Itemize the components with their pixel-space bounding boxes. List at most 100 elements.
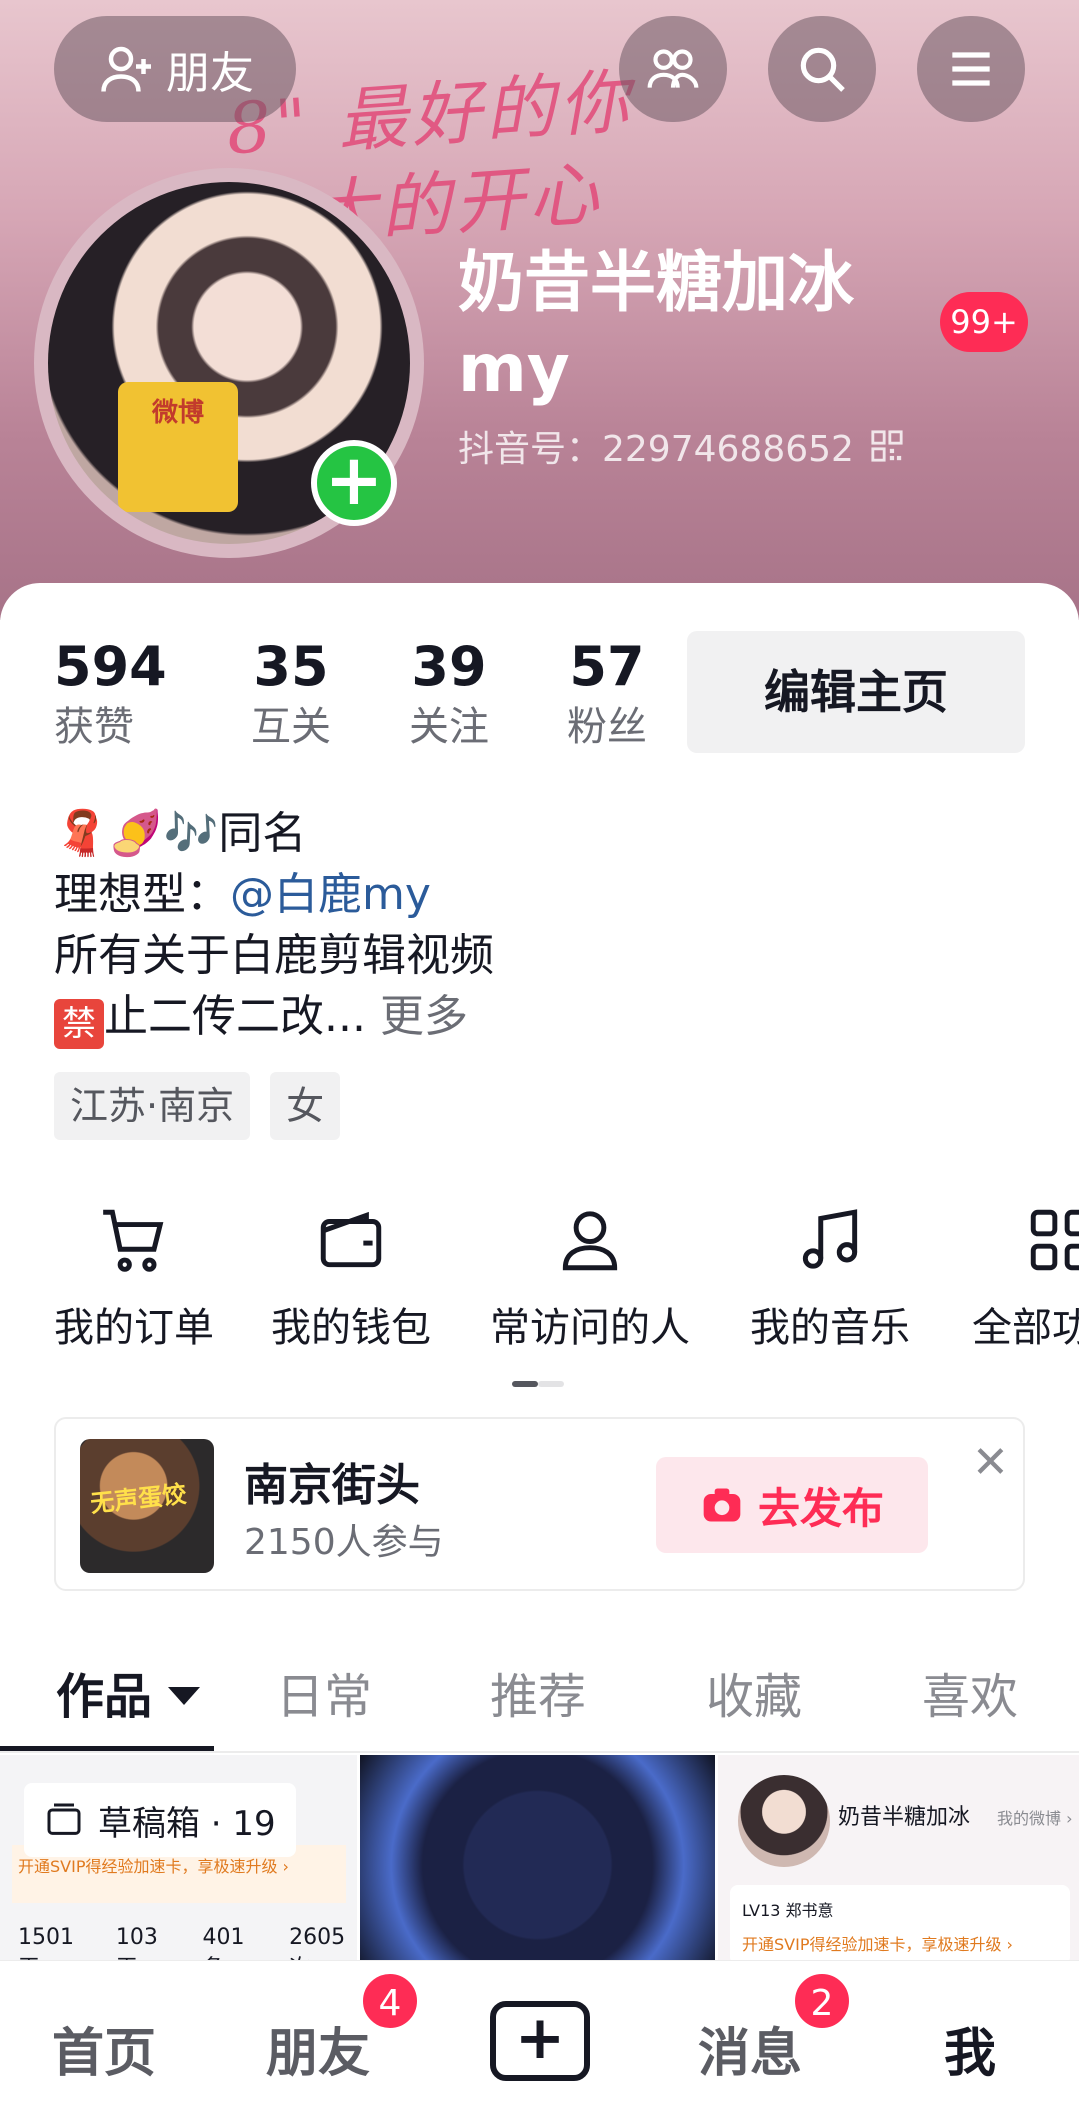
thumb-level-box: LV13 郑书意 开通SVIP得经验加速卡，享极速升级 › <box>730 1885 1070 1965</box>
topic-promo-card[interactable]: 无声蛋饺 南京街头 2150人参与 去发布 ✕ <box>54 1417 1025 1591</box>
drafts-icon <box>47 1803 81 1835</box>
bio-line2-prefix: 理想型： <box>54 869 230 920</box>
publish-label: 去发布 <box>757 1483 884 1533</box>
stat-mutual[interactable]: 35 互关 <box>212 635 370 755</box>
profile-cover[interactable]: 8" 最好的你 大大的开心 朋友 微博 + 奶昔半糖加冰my 99+ 抖音号：2… <box>0 0 1079 620</box>
stat-label: 获赞 <box>54 704 134 750</box>
edit-profile-button[interactable]: 编辑主页 <box>687 631 1025 753</box>
thumb-avatar <box>738 1775 830 1867</box>
music-icon <box>802 1209 858 1269</box>
tab-divider <box>0 1751 1079 1753</box>
profile-tags: 江苏·南京 女 <box>54 1072 341 1140</box>
publish-button[interactable]: 去发布 <box>656 1457 928 1553</box>
bio[interactable]: 🧣🍠🎶同名 理想型：@白鹿my 所有关于白鹿剪辑视频 禁止二传二改... 更多 <box>54 803 494 1049</box>
tab-works[interactable]: 作品 <box>56 1643 201 1751</box>
camera-icon <box>703 1488 741 1522</box>
nav-me[interactable]: 我 <box>944 2011 996 2086</box>
tab-recommend[interactable]: 推荐 <box>490 1643 586 1751</box>
close-icon[interactable]: ✕ <box>972 1437 1009 1488</box>
bio-line-1: 🧣🍠🎶同名 <box>54 803 494 864</box>
nav-friends[interactable]: 朋友 <box>266 2011 370 2086</box>
search-icon <box>800 47 845 92</box>
douyin-id-text: 抖音号：22974688652 <box>458 429 854 470</box>
stat-likes[interactable]: 594 获赞 <box>54 635 167 755</box>
bio-line-2: 理想型：@白鹿my <box>54 864 494 925</box>
avatar-add-button[interactable]: + <box>311 440 397 526</box>
video-thumbnail[interactable] <box>360 1755 715 1975</box>
shortcut-my-music[interactable]: 我的音乐 <box>750 1203 910 1353</box>
shortcut-label: 全部功 <box>972 1305 1079 1351</box>
group-button[interactable] <box>619 16 727 122</box>
bio-line4-text: 止二传二改... <box>104 991 366 1042</box>
tab-likes[interactable]: 喜欢 <box>922 1643 1018 1751</box>
stat-value: 35 <box>253 635 329 698</box>
group-icon <box>647 49 699 88</box>
nav-home[interactable]: 首页 <box>52 2011 156 2086</box>
drafts-box[interactable]: 草稿箱 · 19 <box>24 1783 296 1857</box>
thumb-nickname: 奶昔半糖加冰 我的微博 › <box>838 1799 1073 1831</box>
shortcut-row: 我的订单 我的钱包 常访问的人 我的音乐 全部功 <box>0 1203 1079 1363</box>
create-button[interactable]: + <box>490 2001 590 2081</box>
douyin-id[interactable]: 抖音号：22974688652 <box>458 420 904 472</box>
bio-mention-link[interactable]: @白鹿my <box>230 869 431 920</box>
thumb-svip: 开通SVIP得经验加速卡，享极速升级 › <box>742 1935 1013 1954</box>
stat-following[interactable]: 39 关注 <box>370 635 528 755</box>
pager-dot <box>538 1381 564 1387</box>
stat-label: 关注 <box>409 704 489 750</box>
profile-panel: 594 获赞 35 互关 39 关注 57 粉丝 编辑主页 🧣🍠🎶同名 理想型：… <box>0 583 1079 2114</box>
gender-tag: 女 <box>270 1072 341 1140</box>
promo-participants: 2150人参与 <box>244 1522 444 1563</box>
wallet-icon <box>320 1211 382 1268</box>
bio-emoji: 🧣🍠🎶 <box>54 808 219 859</box>
weibo-mic-flag: 微博 <box>118 382 238 512</box>
hamburger-icon <box>952 52 990 86</box>
shortcut-label: 常访问的人 <box>490 1305 690 1351</box>
search-button[interactable] <box>768 16 876 122</box>
prohibited-badge: 禁 <box>54 999 104 1049</box>
video-thumbnail[interactable]: 奶昔半糖加冰 我的微博 › LV13 郑书意 开通SVIP得经验加速卡，享极速升… <box>718 1755 1079 1975</box>
nickname: 奶昔半糖加冰my <box>458 244 854 407</box>
video-thumbnail-drafts[interactable]: 开通SVIP得经验加速卡，享极速升级 › 1501 天 103 天 401 条 … <box>0 1755 357 1975</box>
bio-line-4: 禁止二传二改... 更多 <box>54 986 494 1049</box>
stat-value: 57 <box>569 635 645 698</box>
add-person-icon <box>101 46 151 92</box>
tab-daily[interactable]: 日常 <box>276 1643 372 1751</box>
tab-label: 作品 <box>56 1669 153 1725</box>
shortcut-label: 我的订单 <box>54 1305 214 1351</box>
cart-icon <box>103 1209 164 1272</box>
bio-line1-text: 同名 <box>218 808 307 859</box>
nav-messages[interactable]: 消息 <box>698 2011 802 2086</box>
add-friends-button[interactable]: 朋友 <box>54 16 296 122</box>
thumb-level: LV13 郑书意 <box>742 1901 834 1920</box>
promo-thumb-text: 无声蛋饺 <box>89 1480 188 1518</box>
tab-favorites[interactable]: 收藏 <box>706 1643 802 1751</box>
stat-followers[interactable]: 57 粉丝 <box>528 635 686 755</box>
promo-title: 南京街头 <box>244 1460 420 1511</box>
stat-label: 粉丝 <box>567 704 647 750</box>
stats-row: 594 获赞 35 互关 39 关注 57 粉丝 <box>54 635 686 755</box>
bio-more-link[interactable]: 更多 <box>366 991 468 1042</box>
person-icon <box>562 1211 618 1271</box>
qr-code-icon <box>871 430 903 462</box>
friends-badge: 4 <box>360 1971 420 2031</box>
video-grid: 开通SVIP得经验加速卡，享极速升级 › 1501 天 103 天 401 条 … <box>0 1755 1079 1975</box>
thumb-weibo-link: 我的微博 › <box>997 1809 1073 1828</box>
caret-down-icon <box>168 1687 201 1705</box>
shortcut-my-wallet[interactable]: 我的钱包 <box>271 1203 431 1353</box>
notification-badge[interactable]: 99+ <box>940 292 1028 352</box>
promo-thumbnail: 无声蛋饺 <box>80 1439 214 1573</box>
shortcut-frequent-visitors[interactable]: 常访问的人 <box>490 1203 690 1353</box>
shortcut-my-orders[interactable]: 我的订单 <box>54 1203 214 1353</box>
shortcut-all-features[interactable]: 全部功 <box>966 1203 1079 1353</box>
drafts-label: 草稿箱 · 19 <box>98 1803 276 1844</box>
stat-value: 594 <box>54 635 167 698</box>
pager-dot-active <box>512 1381 538 1387</box>
messages-badge: 2 <box>792 1971 852 2031</box>
thumb-name-text: 奶昔半糖加冰 <box>838 1805 971 1830</box>
shortcut-label: 我的音乐 <box>750 1305 910 1351</box>
shortcut-pager <box>512 1381 564 1387</box>
bottom-nav: 首页 朋友 4 + 消息 2 我 <box>0 1960 1079 2114</box>
menu-button[interactable] <box>917 16 1025 122</box>
shortcut-label: 我的钱包 <box>271 1305 431 1351</box>
grid-icon <box>1030 1209 1079 1271</box>
